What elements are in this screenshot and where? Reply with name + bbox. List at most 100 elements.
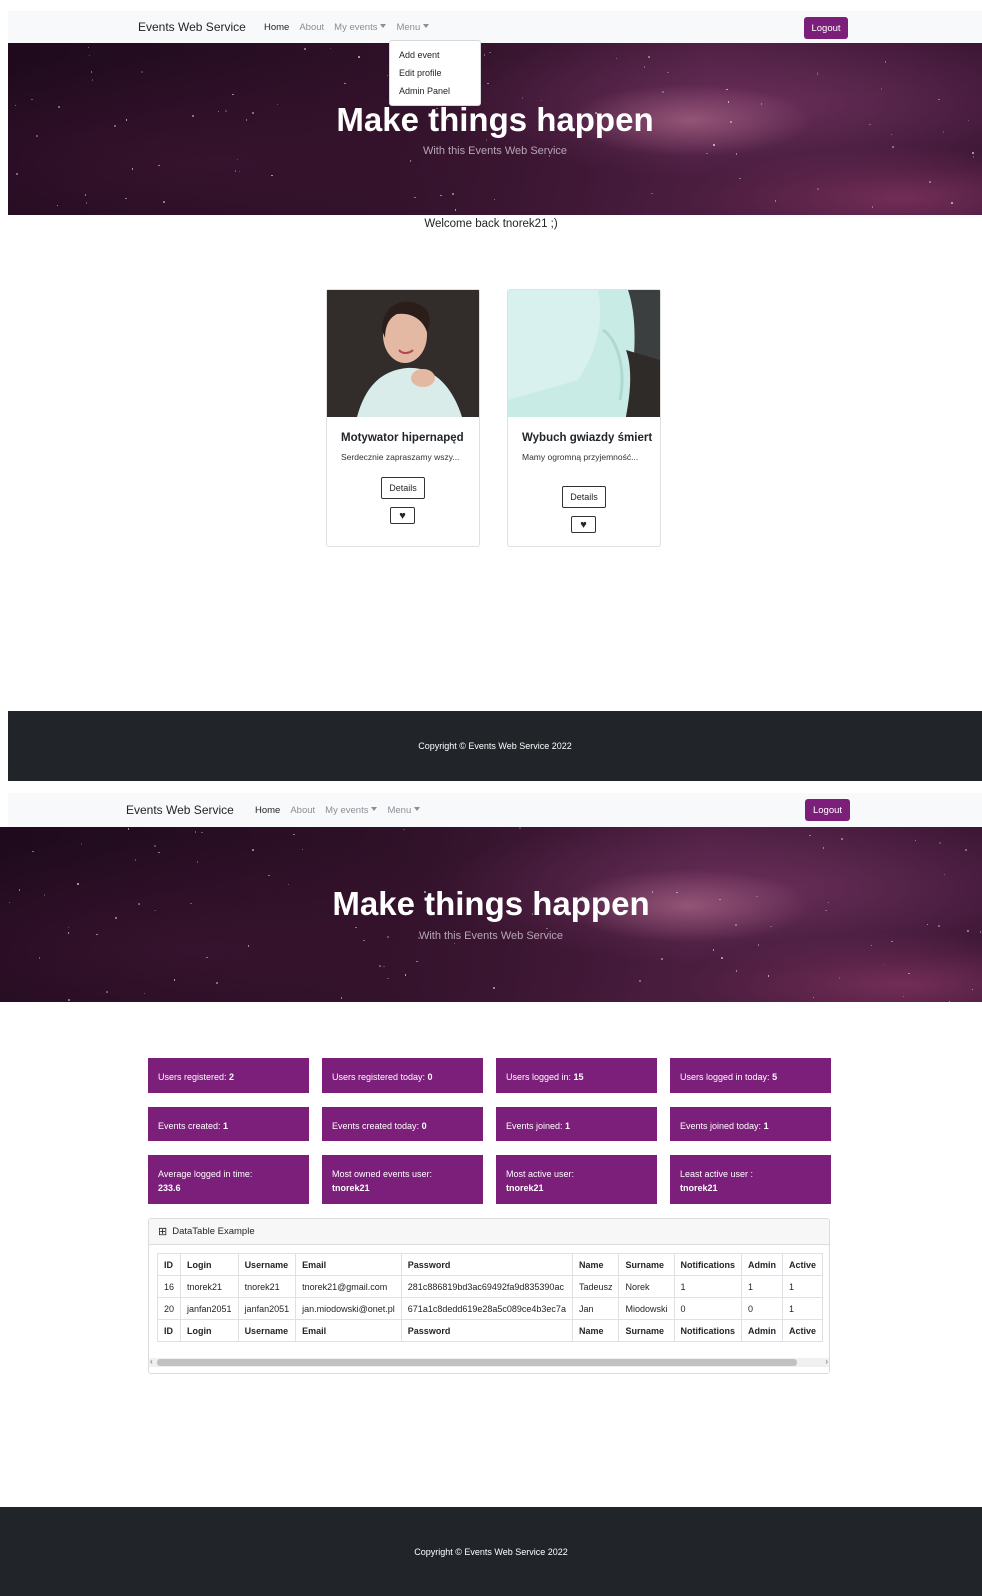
stat-box: Events joined: 1 [496,1107,657,1141]
nav-links: Home About My events Menu [255,805,430,816]
details-button[interactable]: Details [381,477,425,499]
nav-menu[interactable]: Menu [396,22,429,33]
logout-button[interactable]: Logout [804,17,848,39]
star [939,842,941,844]
column-header[interactable]: Username [237,1253,297,1276]
logout-button[interactable]: Logout [805,799,850,821]
column-header[interactable]: Admin [741,1319,784,1342]
nav-menu[interactable]: Menu [387,805,420,816]
brand-link[interactable]: Events Web Service [126,803,234,817]
star [487,82,489,85]
stat-value: tnorek21 [332,1183,370,1193]
column-header[interactable]: Admin [741,1253,784,1276]
footer: Copyright © Events Web Service 2022 [0,1507,982,1596]
column-header[interactable]: Name [571,1253,620,1276]
stat-box: Users registered today: 0 [322,1058,483,1093]
hero-title: Make things happen [336,101,654,138]
favorite-button[interactable]: ♥ [571,516,596,533]
nav-home[interactable]: Home [255,805,280,816]
stat-label: Events joined today: [680,1121,764,1131]
column-header[interactable]: Surname [618,1253,675,1276]
star [31,98,33,101]
nav-about[interactable]: About [299,22,324,33]
hero-subtitle: With this Events Web Service [422,145,568,157]
star [643,66,646,68]
nav-my-events[interactable]: My events [325,805,377,816]
star [929,181,931,183]
column-header[interactable]: Active [782,1253,824,1276]
horizontal-scrollbar[interactable]: ‹ › [149,1357,829,1367]
stat-label: Events created today: [332,1121,422,1131]
column-header[interactable]: Notifications [673,1319,743,1342]
star [85,202,88,204]
event-image [327,290,479,417]
column-header[interactable]: ID [157,1253,182,1276]
nav-about[interactable]: About [290,805,315,816]
scroll-thumb[interactable] [157,1359,797,1366]
star [908,972,910,975]
table-cell: 20 [157,1297,182,1320]
star [206,956,208,959]
column-header[interactable]: Password [400,1253,573,1276]
stat-box: Users registered: 2 [148,1058,309,1093]
star [158,851,160,854]
star [948,1000,951,1002]
hero-title: Make things happen [332,885,650,922]
heart-icon: ♥ [399,509,406,522]
star [16,173,18,175]
column-header[interactable]: ID [157,1319,182,1342]
stat-label: Average logged in time: [158,1169,253,1179]
column-header[interactable]: Notifications [673,1253,743,1276]
stat-box: Users logged in today: 5 [670,1058,831,1093]
star [485,139,488,141]
star [416,960,418,963]
star [247,945,250,947]
star [812,996,815,999]
top-navbar: Events Web Service Home About My events … [8,11,982,43]
event-title: Motywator hipernapęd [341,432,464,444]
scroll-right-icon[interactable]: › [825,1357,828,1366]
star [409,160,412,162]
star [440,194,442,197]
star [236,158,239,161]
star [880,88,883,90]
column-header[interactable]: Email [295,1253,402,1276]
column-header[interactable]: Email [295,1319,402,1342]
datatable-scroll-area[interactable]: ID Login Username Email Password Name Surname N… [157,1253,829,1353]
dropdown-add-event[interactable]: Add event [390,47,480,65]
star [452,193,454,195]
footer: Copyright © Events Web Service 2022 [8,711,982,781]
dropdown-edit-profile[interactable]: Edit profile [390,65,480,83]
favorite-button[interactable]: ♥ [390,507,415,524]
star [712,949,714,951]
star [173,979,176,981]
star [651,192,653,195]
star [67,926,70,929]
nav-my-events[interactable]: My events [334,22,386,33]
scroll-left-icon[interactable]: ‹ [150,1357,153,1366]
brand-link[interactable]: Events Web Service [138,20,246,34]
star [648,56,650,58]
star [735,970,738,972]
column-header[interactable]: Name [571,1319,620,1342]
column-header[interactable]: Username [237,1319,297,1342]
menu-dropdown: Add event Edit profile Admin Panel [389,40,481,106]
star [870,944,873,947]
column-header[interactable]: Login [180,1253,239,1276]
nav-links: Home About My events Menu [264,22,439,33]
star [127,828,130,830]
column-header[interactable]: Password [400,1319,573,1342]
star [194,831,197,833]
star [88,54,91,57]
details-button[interactable]: Details [562,486,606,508]
heart-icon: ♥ [580,518,587,531]
column-header[interactable]: Active [782,1319,824,1342]
stat-label: Events joined: [506,1121,566,1131]
table-cell: Tadeusz [571,1275,620,1298]
column-header[interactable]: Surname [618,1319,675,1342]
star [403,828,405,830]
nav-home[interactable]: Home [264,22,289,33]
star [726,88,728,91]
column-header[interactable]: Login [180,1319,239,1342]
dropdown-admin-panel[interactable]: Admin Panel [390,83,480,101]
